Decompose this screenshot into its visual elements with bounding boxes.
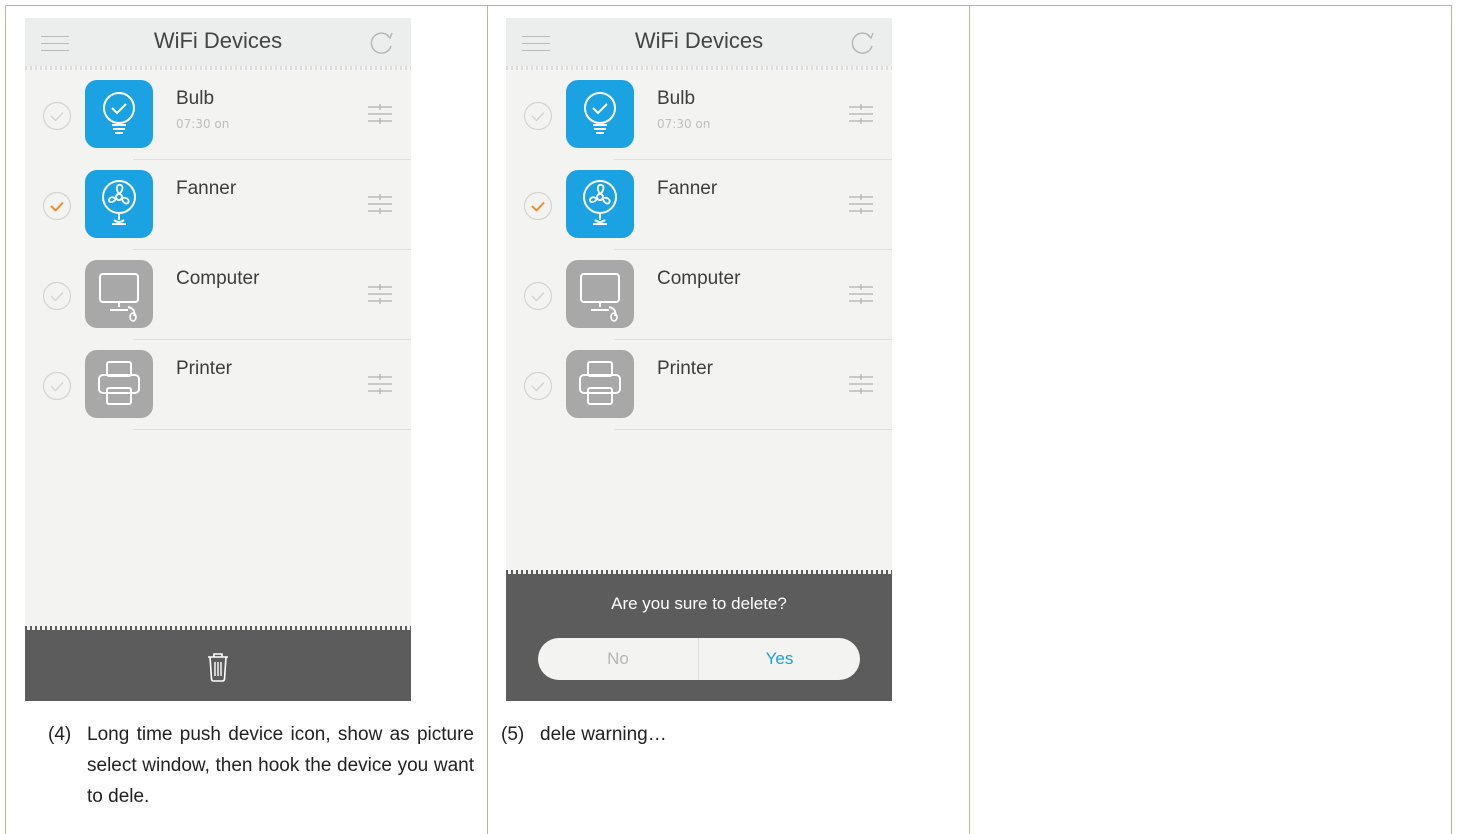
select-checkbox[interactable] (523, 281, 553, 311)
table-top-border (5, 5, 1452, 6)
table-border-right (1451, 5, 1452, 834)
device-name: Bulb (176, 88, 215, 109)
caption-number: (5) (501, 724, 525, 745)
table-border-col1 (487, 5, 488, 834)
no-button[interactable]: No (538, 638, 699, 680)
fan-icon[interactable] (85, 170, 153, 238)
adjust-icon[interactable] (848, 194, 874, 214)
bulb-icon[interactable] (85, 80, 153, 148)
caption-step-5: (5) dele warning… (501, 719, 941, 759)
list-item[interactable]: Printer (25, 340, 411, 430)
device-name: Printer (657, 358, 713, 379)
adjust-icon[interactable] (367, 194, 393, 214)
select-checkbox[interactable] (523, 371, 553, 401)
list-item[interactable]: Printer (506, 340, 892, 430)
yes-button[interactable]: Yes (699, 638, 860, 680)
device-name: Printer (176, 358, 232, 379)
device-name: Fanner (657, 178, 718, 199)
table-border-left (5, 5, 6, 834)
adjust-icon[interactable] (848, 284, 874, 304)
list-item[interactable]: Computer (25, 250, 411, 340)
trash-icon[interactable] (203, 651, 233, 683)
device-name: Computer (657, 268, 741, 289)
adjust-icon[interactable] (848, 104, 874, 124)
phone-screen-select: WiFi Devices Bulb 07:30 on Fanner Comput… (25, 18, 411, 701)
app-header: WiFi Devices (506, 18, 892, 70)
select-checkbox[interactable] (42, 371, 72, 401)
device-status: 07:30 on (657, 117, 711, 131)
select-checkbox[interactable] (42, 101, 72, 131)
adjust-icon[interactable] (367, 284, 393, 304)
bulb-icon[interactable] (566, 80, 634, 148)
list-item[interactable]: Computer (506, 250, 892, 340)
caption-step-4: (4) Long time push device icon, show as … (48, 719, 474, 829)
phone-screen-delete-warning: WiFi Devices Bulb 07:30 on Fanner Comput… (506, 18, 892, 701)
list-item[interactable]: Fanner (506, 160, 892, 250)
refresh-icon[interactable] (369, 30, 395, 56)
app-header: WiFi Devices (25, 18, 411, 70)
device-name: Fanner (176, 178, 237, 199)
device-status: 07:30 on (176, 117, 230, 131)
list-item[interactable]: Bulb 07:30 on (25, 70, 411, 160)
caption-number: (4) (48, 724, 72, 745)
device-name: Bulb (657, 88, 696, 109)
caption-text: dele warning… (540, 724, 667, 745)
select-checkbox[interactable] (42, 281, 72, 311)
adjust-icon[interactable] (848, 374, 874, 394)
device-name: Computer (176, 268, 260, 289)
bottom-action-bar (25, 626, 411, 701)
computer-icon[interactable] (85, 260, 153, 328)
adjust-icon[interactable] (367, 374, 393, 394)
fan-icon[interactable] (566, 170, 634, 238)
page-title: WiFi Devices (634, 28, 764, 53)
dialog-button-group: No Yes (538, 638, 860, 680)
table-border-col2 (969, 5, 970, 834)
printer-icon[interactable] (85, 350, 153, 418)
computer-icon[interactable] (566, 260, 634, 328)
select-checkbox-checked[interactable] (42, 191, 72, 221)
caption-text: Long time push device icon, show as pict… (87, 724, 474, 807)
adjust-icon[interactable] (367, 104, 393, 124)
select-checkbox[interactable] (523, 101, 553, 131)
list-item[interactable]: Fanner (25, 160, 411, 250)
printer-icon[interactable] (566, 350, 634, 418)
refresh-icon[interactable] (850, 30, 876, 56)
list-item[interactable]: Bulb 07:30 on (506, 70, 892, 160)
page-title: WiFi Devices (153, 28, 283, 53)
delete-confirm-dialog: Are you sure to delete? No Yes (506, 570, 892, 701)
select-checkbox-checked[interactable] (523, 191, 553, 221)
dialog-message: Are you sure to delete? (611, 594, 787, 613)
